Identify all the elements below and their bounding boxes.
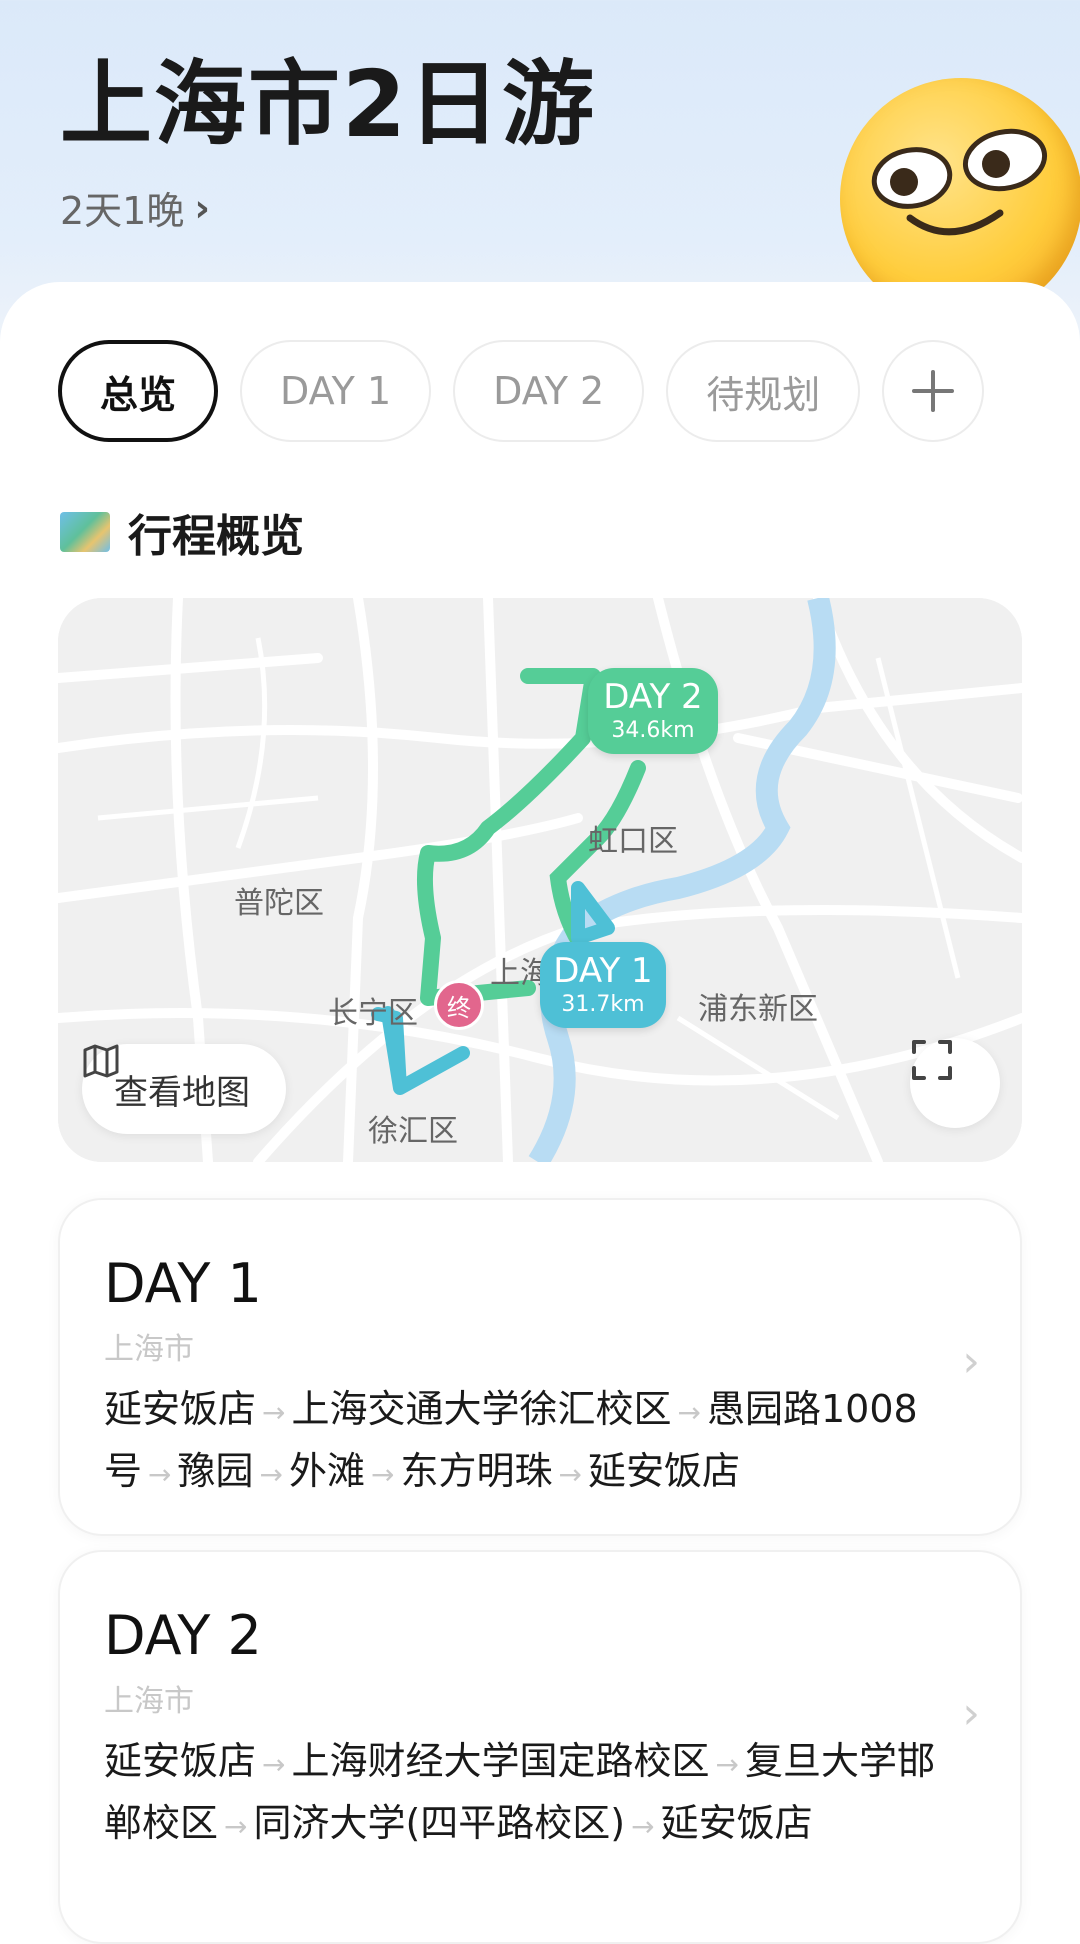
trip-duration-label: 2天1晚 (60, 189, 185, 233)
plus-icon (912, 370, 955, 412)
day2-badge-distance: 34.6km (611, 718, 695, 743)
day-card-title: DAY 1 (104, 1252, 262, 1315)
overview-section-header: 行程概览 (60, 500, 304, 564)
route-arrow-icon: → (259, 1458, 283, 1491)
fullscreen-button[interactable] (910, 1038, 1000, 1128)
day1-badge-label: DAY 1 (553, 951, 653, 991)
route-stop: 上海交通大学徐汇校区 (291, 1387, 672, 1431)
district-label: 虹口区 (588, 824, 678, 859)
overview-title: 行程概览 (128, 511, 304, 562)
route-stop: 同济大学(四平路校区) (253, 1801, 626, 1845)
day1-card[interactable]: DAY 1 上海市 延安饭店 → 上海交通大学徐汇校区 → 愚园路1008号 → 豫园 → 外滩… (58, 1198, 1022, 1536)
trip-duration[interactable]: 2天1晚 › (60, 180, 210, 235)
view-map-label: 查看地图 (114, 1072, 250, 1113)
route-stop: 延安饭店 (104, 1387, 257, 1431)
route-stop: 上海财经大学国定路校区 (291, 1739, 710, 1783)
day-card-route: 延安饭店 → 上海财经大学国定路校区 → 复旦大学邯郸校区 → 同济大学(四平路校区) → 延安… (104, 1732, 944, 1856)
route-arrow-icon: → (558, 1458, 582, 1491)
route-stop: 豫园 (177, 1449, 254, 1493)
fullscreen-icon (912, 1040, 952, 1080)
route-arrow-icon: → (148, 1458, 172, 1491)
route-arrow-icon: → (370, 1458, 395, 1491)
route-map[interactable]: 普陀区 虹口区 长宁区 浦东新区 徐汇区 上海 DAY 2 34.6km DAY… (58, 598, 1022, 1162)
route-arrow-icon: → (224, 1810, 248, 1843)
chevron-right-icon: › (962, 1688, 980, 1739)
district-label: 浦东新区 (698, 992, 818, 1027)
district-label: 普陀区 (234, 886, 324, 921)
day-card-route: 延安饭店 → 上海交通大学徐汇校区 → 愚园路1008号 → 豫园 → 外滩 → 东方明珠 → 延安饭店 (104, 1380, 944, 1504)
day1-route-badge[interactable]: DAY 1 31.7km (540, 942, 666, 1028)
route-arrow-icon: → (262, 1748, 286, 1781)
route-stop: 东方明珠 (400, 1449, 553, 1493)
route-stop: 延安饭店 (660, 1801, 813, 1845)
route-arrow-icon: → (677, 1396, 701, 1429)
chevron-right-icon: › (194, 185, 211, 230)
map-icon (60, 512, 110, 552)
route-stop: 延安饭店 (104, 1739, 257, 1783)
route-stop: 延安饭店 (587, 1449, 740, 1493)
view-map-button[interactable]: 查看地图 (82, 1044, 286, 1134)
day1-badge-distance: 31.7km (561, 992, 645, 1017)
day-card-city: 上海市 (104, 1332, 194, 1367)
end-point-marker: 终 (434, 980, 484, 1030)
tab-unplanned[interactable]: 待规划 (666, 340, 861, 442)
tab-day1[interactable]: DAY 1 (240, 340, 432, 442)
page-title: 上海市2日游 (60, 51, 597, 158)
add-day-button[interactable] (882, 340, 985, 442)
day-card-title: DAY 2 (104, 1604, 262, 1667)
map-icon (83, 1044, 119, 1078)
day2-route-badge[interactable]: DAY 2 34.6km (588, 668, 718, 754)
day2-badge-label: DAY 2 (603, 677, 703, 717)
route-arrow-icon: → (262, 1396, 286, 1429)
route-stop: 外滩 (288, 1449, 365, 1493)
route-arrow-icon: → (631, 1810, 655, 1843)
district-label: 长宁区 (328, 996, 418, 1031)
day2-card[interactable]: DAY 2 上海市 延安饭店 → 上海财经大学国定路校区 → 复旦大学邯郸校区 → 同济大学… (58, 1550, 1022, 1944)
day-card-city: 上海市 (104, 1684, 194, 1719)
tab-bar: 总览 DAY 1 DAY 2 待规划 (58, 340, 985, 442)
district-label: 徐汇区 (368, 1114, 458, 1149)
route-arrow-icon: → (715, 1748, 739, 1781)
tab-overview[interactable]: 总览 (58, 340, 219, 442)
chevron-right-icon: › (962, 1336, 980, 1387)
tab-day2[interactable]: DAY 2 (453, 340, 645, 442)
